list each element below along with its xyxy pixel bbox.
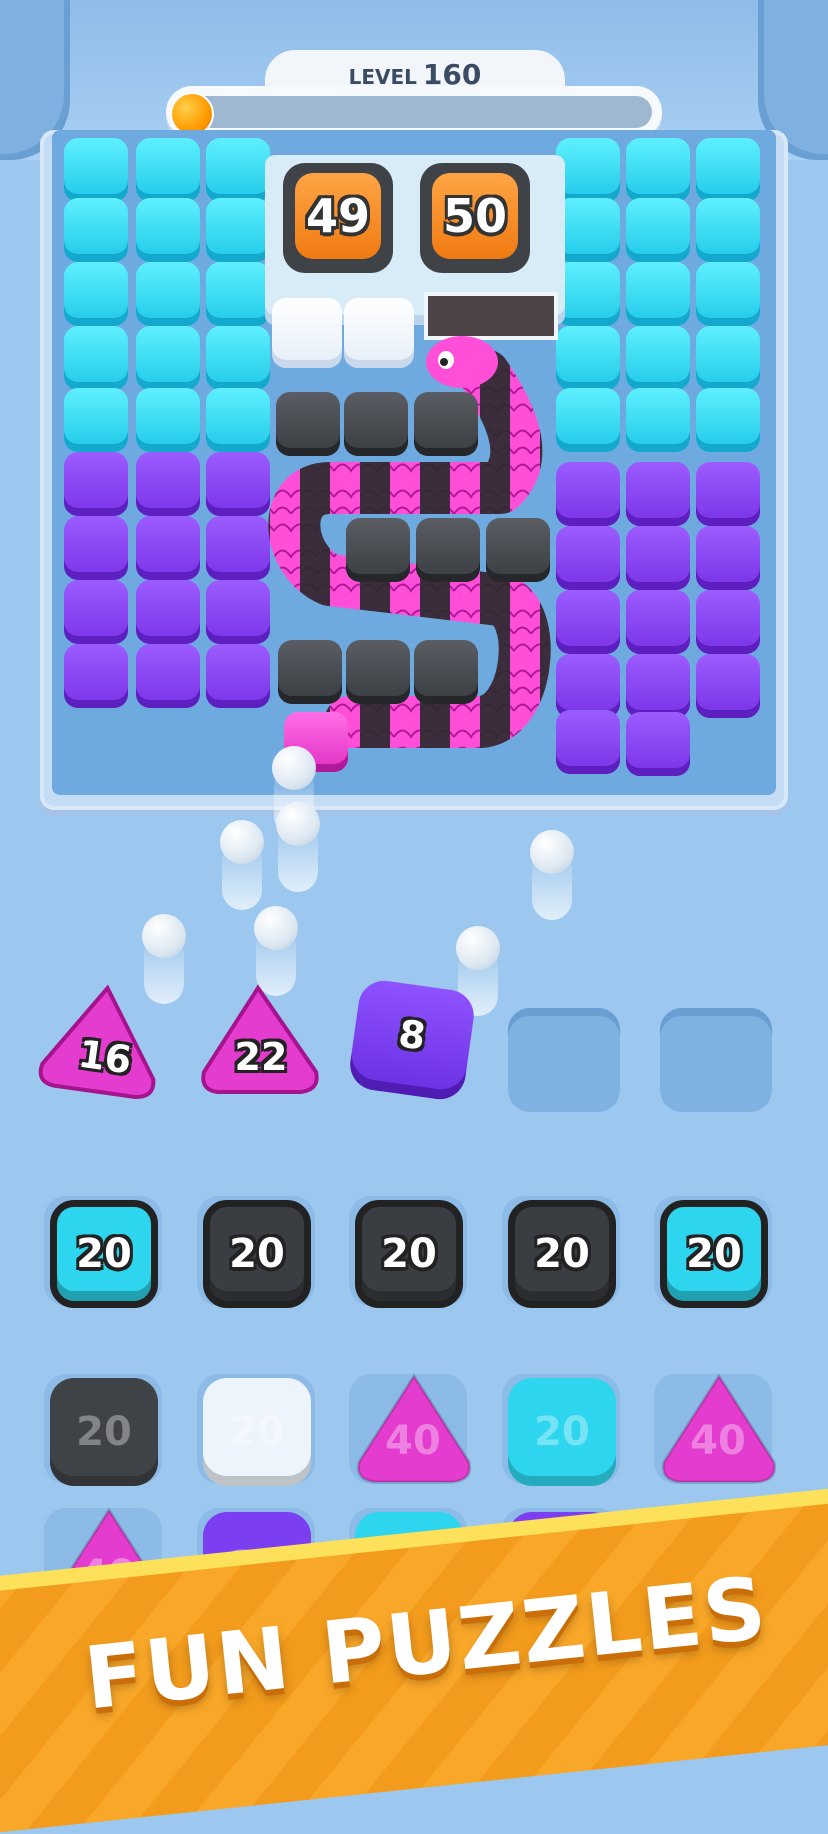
triangle-piece-label: 40: [690, 1418, 746, 1464]
square-piece[interactable]: 20: [203, 1378, 311, 1486]
triangle-piece-label: 40: [385, 1418, 441, 1464]
active-piece[interactable]: 20: [203, 1200, 311, 1308]
active-piece[interactable]: 20: [508, 1200, 616, 1308]
active-piece[interactable]: 20: [50, 1200, 158, 1308]
active-piece[interactable]: 20: [355, 1200, 463, 1308]
active-piece[interactable]: 20: [660, 1200, 768, 1308]
piece-grid: 202020202020204020404020202020: [0, 0, 828, 1700]
square-piece[interactable]: 20: [508, 1378, 616, 1486]
square-piece[interactable]: 20: [50, 1378, 158, 1486]
